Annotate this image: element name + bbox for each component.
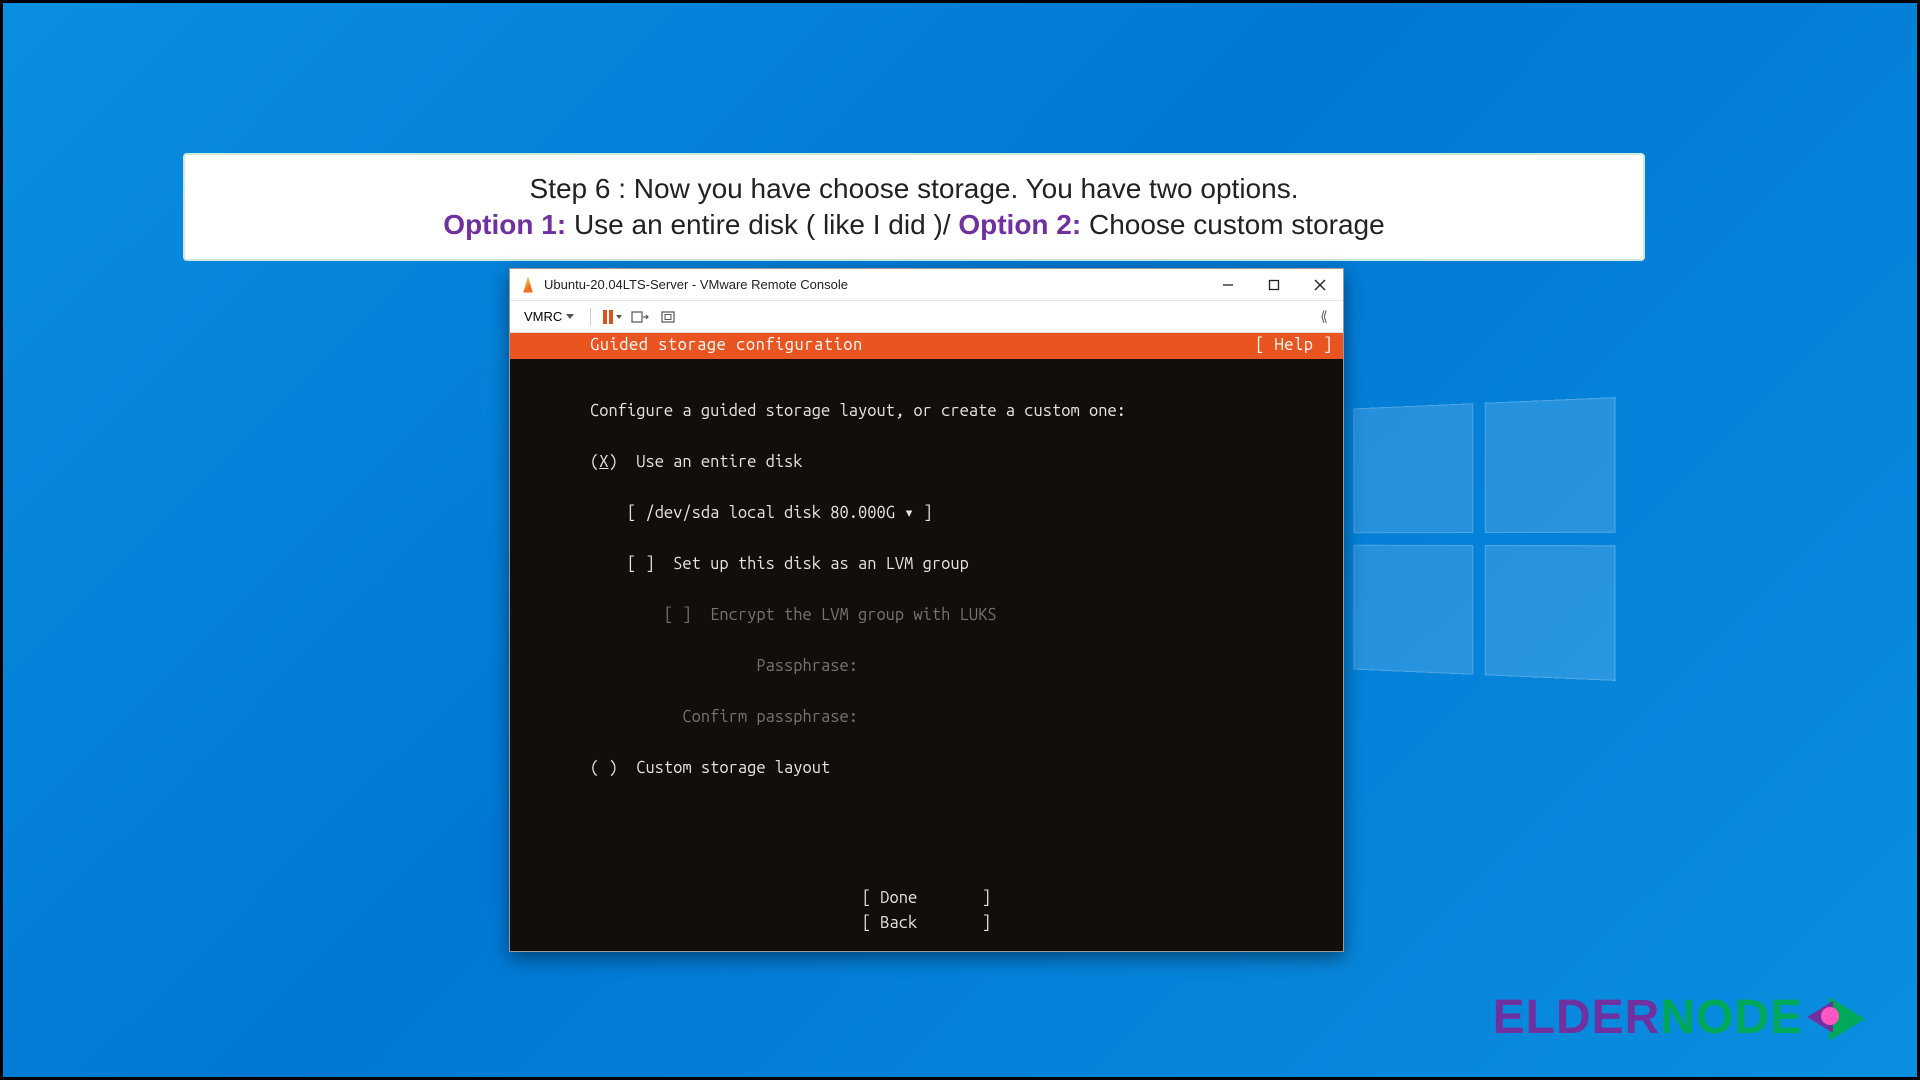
toolbar-separator — [590, 308, 591, 326]
confirm-passphrase-label: Confirm passphrase: — [682, 708, 858, 726]
radio-use-entire-disk[interactable]: (X) Use an entire disk — [590, 453, 803, 471]
chevron-down-icon — [566, 314, 574, 319]
eldernode-logo: ELDERNODE — [1493, 987, 1877, 1047]
installer-body: Configure a guided storage layout, or cr… — [510, 359, 1343, 788]
installer-title: Guided storage configuration — [590, 333, 863, 359]
radio-custom-storage[interactable]: ( ) Custom storage layout — [590, 759, 830, 777]
ubuntu-installer-screen[interactable]: Guided storage configuration [ Help ] Co… — [510, 333, 1343, 951]
installer-header: Guided storage configuration [ Help ] — [510, 333, 1343, 359]
vmrc-menu[interactable]: VMRC — [518, 307, 580, 326]
help-button[interactable]: [ Help ] — [1255, 333, 1333, 359]
pause-icon — [603, 310, 613, 324]
pause-button[interactable] — [601, 306, 623, 328]
brand-part-2: NODE — [1660, 990, 1803, 1045]
chevron-down-icon — [616, 315, 622, 319]
passphrase-label: Passphrase: — [756, 657, 858, 675]
option-2-label: Option 2: — [958, 209, 1081, 240]
installer-intro: Configure a guided storage layout, or cr… — [590, 402, 1126, 420]
maximize-icon — [1268, 279, 1280, 291]
close-button[interactable] — [1297, 269, 1343, 301]
instruction-banner: Step 6 : Now you have choose storage. Yo… — [183, 153, 1645, 261]
lvm-checkbox[interactable]: [ ] Set up this disk as an LVM group — [627, 555, 969, 573]
installer-footer: [ Done ] [ Back ] — [510, 886, 1343, 937]
option-1-label: Option 1: — [443, 209, 566, 240]
vmware-window: Ubuntu-20.04LTS-Server - VMware Remote C… — [509, 268, 1344, 952]
fullscreen-icon — [659, 309, 677, 325]
banner-line-1: Step 6 : Now you have choose storage. Yo… — [215, 173, 1613, 205]
vmware-app-icon — [520, 277, 536, 293]
done-button[interactable]: [ Done ] — [862, 889, 991, 907]
brand-part-1: ELDER — [1493, 990, 1661, 1045]
fullscreen-button[interactable] — [657, 306, 679, 328]
windows-logo-background — [1353, 397, 1615, 681]
close-icon — [1314, 279, 1326, 291]
vmrc-menu-label: VMRC — [524, 309, 562, 324]
disk-select-dropdown[interactable]: [ /dev/sda local disk 80.000G ▾ ] — [627, 504, 933, 522]
pin-toolbar-button[interactable]: ⟪ — [1313, 306, 1335, 328]
pin-icon: ⟪ — [1320, 308, 1328, 325]
maximize-button[interactable] — [1251, 269, 1297, 301]
minimize-button[interactable] — [1205, 269, 1251, 301]
luks-checkbox: [ ] Encrypt the LVM group with LUKS — [664, 606, 997, 624]
vmware-toolbar: VMRC ⟪ — [510, 301, 1343, 333]
brand-glyph-icon — [1807, 987, 1877, 1047]
banner-line-2: Option 1: Use an entire disk ( like I di… — [215, 209, 1613, 241]
back-button[interactable]: [ Back ] — [862, 914, 991, 932]
window-title: Ubuntu-20.04LTS-Server - VMware Remote C… — [544, 277, 848, 292]
window-titlebar: Ubuntu-20.04LTS-Server - VMware Remote C… — [510, 269, 1343, 301]
minimize-icon — [1222, 279, 1234, 291]
send-ctrl-alt-del-button[interactable] — [629, 306, 651, 328]
send-keys-icon — [631, 309, 649, 325]
